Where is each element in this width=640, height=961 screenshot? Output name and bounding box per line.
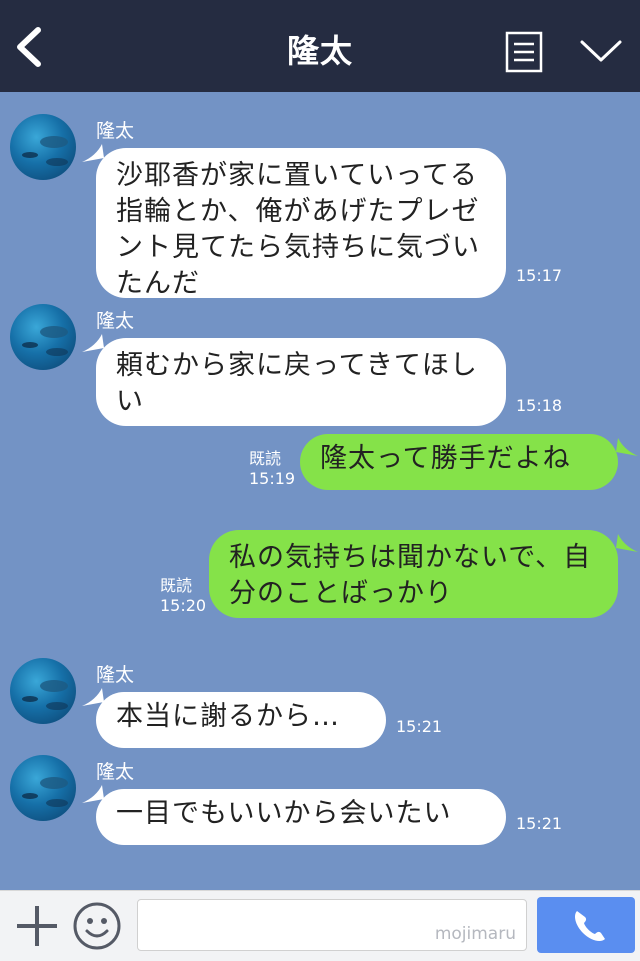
sender-name: 隆太 [96, 761, 135, 783]
collapse-button[interactable] [578, 36, 624, 66]
message-bubble[interactable]: 隆太って勝手だよね [300, 434, 618, 490]
message-time: 15:21 [516, 814, 563, 833]
plus-icon [17, 906, 57, 946]
message-input[interactable]: mojimaru [137, 899, 527, 951]
menu-button[interactable] [505, 31, 543, 73]
message-bubble[interactable]: 頼むから家に戻ってきてほしい [96, 338, 506, 426]
message-bubble[interactable]: 本当に謝るから… [96, 692, 386, 748]
add-button[interactable] [14, 903, 60, 949]
sender-name: 隆太 [96, 310, 135, 332]
message-bubble[interactable]: 私の気持ちは聞かないで、自分のことばっかり [209, 530, 618, 618]
chat-header: 隆太 [0, 0, 640, 92]
emoji-button[interactable] [72, 901, 122, 951]
input-bar: mojimaru [0, 890, 640, 961]
avatar[interactable] [10, 114, 76, 180]
message-bubble[interactable]: 一目でもいいから会いたい [96, 789, 506, 845]
menu-icon [505, 31, 543, 73]
sender-name: 隆太 [96, 120, 135, 142]
sender-name: 隆太 [96, 664, 135, 686]
call-button[interactable] [537, 897, 635, 953]
message-bubble[interactable]: 沙耶香が家に置いていってる指輪とか、俺があげたプレゼント見てたら気持ちに気づいた… [96, 148, 506, 299]
read-receipt: 既読 [249, 449, 282, 468]
read-receipt: 既読 [160, 576, 193, 595]
avatar[interactable] [10, 755, 76, 821]
avatar[interactable] [10, 658, 76, 724]
phone-icon [575, 911, 605, 941]
chevron-down-icon [580, 40, 622, 62]
chat-area[interactable]: 隆太 沙耶香が家に置いていってる指輪とか、俺があげたプレゼント見てたら気持ちに気… [0, 92, 640, 890]
watermark-text: mojimaru [434, 924, 516, 944]
smiley-icon [73, 902, 121, 950]
message-time: 15:19 [249, 469, 296, 488]
message-time: 15:20 [160, 596, 207, 615]
message-time: 15:17 [516, 266, 563, 285]
message-time: 15:18 [516, 396, 563, 415]
bubble-tail [616, 438, 638, 456]
message-time: 15:21 [396, 717, 443, 736]
bubble-tail [616, 534, 638, 552]
chat-title: 隆太 [286, 32, 353, 70]
avatar[interactable] [10, 304, 76, 370]
